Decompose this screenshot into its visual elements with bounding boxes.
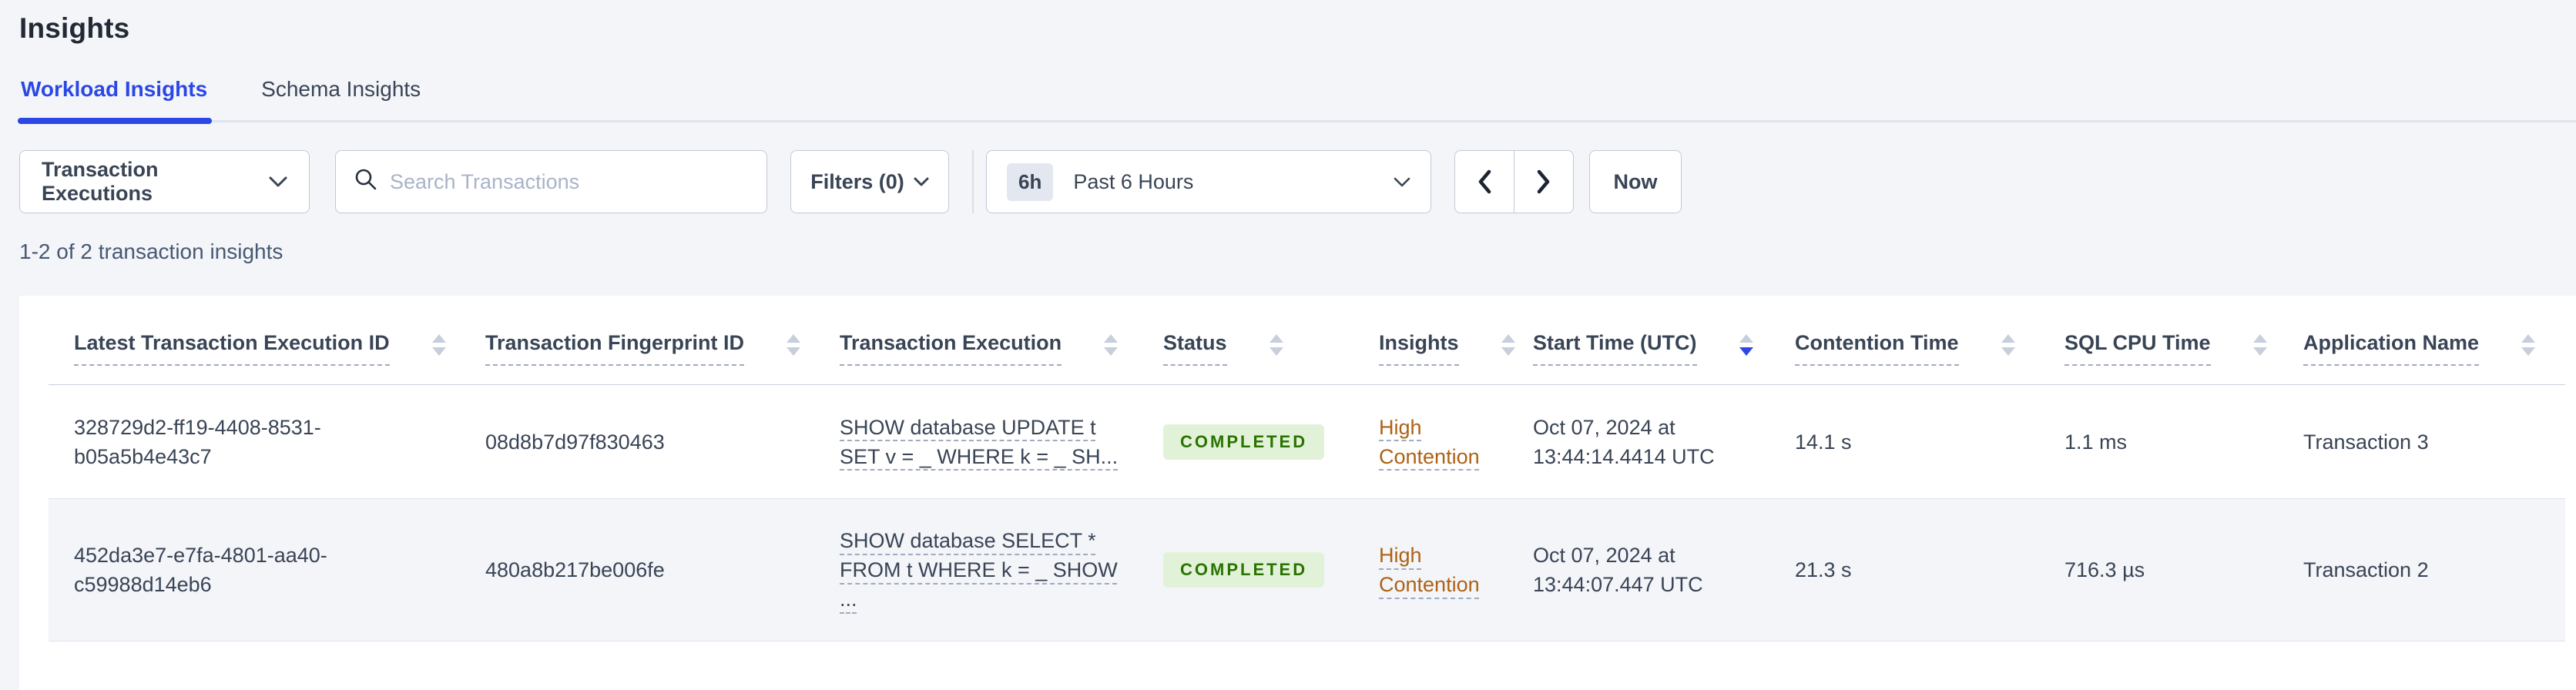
time-pager (1454, 150, 1574, 213)
transaction-execution-link[interactable]: SHOW database SELECT * FROM t WHERE k = … (840, 526, 1121, 614)
start-time: Oct 07, 2024 at 13:44:14.4414 UTC (1533, 415, 1715, 468)
table-row: 328729d2-ff19-4408-8531-b05a5b4e43c7 08d… (49, 385, 2565, 499)
column-header-latest-transaction-execution-id[interactable]: Latest Transaction Execution ID (49, 331, 485, 384)
application-name: Transaction 2 (2303, 558, 2429, 581)
toolbar: Transaction Executions Filters (0) 6h Pa… (19, 149, 2576, 214)
contention-time: 21.3 s (1795, 558, 1852, 581)
sort-icon[interactable] (1104, 334, 1119, 356)
tab-workload-insights[interactable]: Workload Insights (17, 77, 213, 124)
sort-icon[interactable] (2001, 334, 2015, 356)
chevron-down-icon (914, 177, 929, 186)
sort-icon[interactable] (1501, 334, 1515, 356)
sort-icon[interactable] (2252, 334, 2267, 356)
column-header-application-name[interactable]: Application Name (2303, 331, 2565, 384)
sort-icon[interactable] (2521, 334, 2536, 356)
fingerprint-id: 08d8b7d97f830463 (485, 430, 665, 454)
contention-time: 14.1 s (1795, 430, 1852, 454)
insights-table: Latest Transaction Execution ID Transact… (49, 296, 2565, 641)
insight-link[interactable]: High Contention (1379, 413, 1494, 471)
column-header-transaction-execution[interactable]: Transaction Execution (840, 331, 1163, 384)
column-header-sql-cpu-time[interactable]: SQL CPU Time (2064, 331, 2303, 384)
page-title: Insights (19, 12, 130, 44)
search-icon (354, 168, 377, 196)
time-range-picker[interactable]: 6h Past 6 Hours (986, 150, 1431, 213)
filters-dropdown[interactable]: Filters (0) (790, 150, 949, 213)
now-button[interactable]: Now (1589, 150, 1682, 213)
execution-id: 328729d2-ff19-4408-8531-b05a5b4e43c7 (74, 415, 321, 468)
chevron-right-icon (1537, 169, 1551, 194)
next-range-button[interactable] (1514, 150, 1574, 213)
chevron-down-icon (269, 176, 287, 187)
tab-schema-insights[interactable]: Schema Insights (260, 77, 422, 120)
sql-cpu-time: 716.3 µs (2064, 558, 2145, 581)
start-time: Oct 07, 2024 at 13:44:07.447 UTC (1533, 544, 1703, 596)
toolbar-divider (972, 150, 974, 213)
status-badge: COMPLETED (1163, 424, 1325, 460)
transaction-execution-link[interactable]: SHOW database UPDATE t SET v = _ WHERE k… (840, 413, 1121, 471)
search-input[interactable] (390, 159, 748, 205)
fingerprint-id: 480a8b217be006fe (485, 558, 665, 581)
chevron-down-icon (1394, 177, 1410, 187)
sort-desc-icon[interactable] (1739, 334, 1753, 356)
status-badge: COMPLETED (1163, 552, 1325, 588)
sort-icon[interactable] (431, 334, 446, 356)
previous-range-button[interactable] (1454, 150, 1514, 213)
table-row: 452da3e7-e7fa-4801-aa40-c59988d14eb6 480… (49, 499, 2565, 641)
sort-icon[interactable] (787, 334, 801, 356)
insights-table-card: Latest Transaction Execution ID Transact… (19, 296, 2576, 690)
column-header-contention-time[interactable]: Contention Time (1795, 331, 2064, 384)
sql-cpu-time: 1.1 ms (2064, 430, 2128, 454)
filters-label: Filters (0) (810, 169, 904, 193)
execution-type-dropdown[interactable]: Transaction Executions (19, 150, 310, 213)
column-header-start-time[interactable]: Start Time (UTC) (1533, 331, 1795, 384)
sort-icon[interactable] (1269, 334, 1283, 356)
tab-bar: Workload Insights Schema Insights (17, 77, 2576, 124)
chevron-left-icon (1478, 169, 1491, 194)
search-container (335, 150, 767, 213)
execution-type-label: Transaction Executions (42, 158, 159, 205)
table-header-row: Latest Transaction Execution ID Transact… (49, 296, 2565, 385)
column-header-status[interactable]: Status (1163, 331, 1379, 384)
column-header-transaction-fingerprint-id[interactable]: Transaction Fingerprint ID (485, 331, 840, 384)
application-name: Transaction 3 (2303, 430, 2429, 454)
time-range-label: Past 6 Hours (1073, 169, 1194, 193)
results-summary: 1-2 of 2 transaction insights (19, 239, 283, 263)
insight-link[interactable]: High Contention (1379, 541, 1494, 599)
execution-id: 452da3e7-e7fa-4801-aa40-c59988d14eb6 (74, 544, 327, 596)
column-header-insights[interactable]: Insights (1379, 331, 1533, 384)
time-range-badge: 6h (1007, 162, 1054, 201)
